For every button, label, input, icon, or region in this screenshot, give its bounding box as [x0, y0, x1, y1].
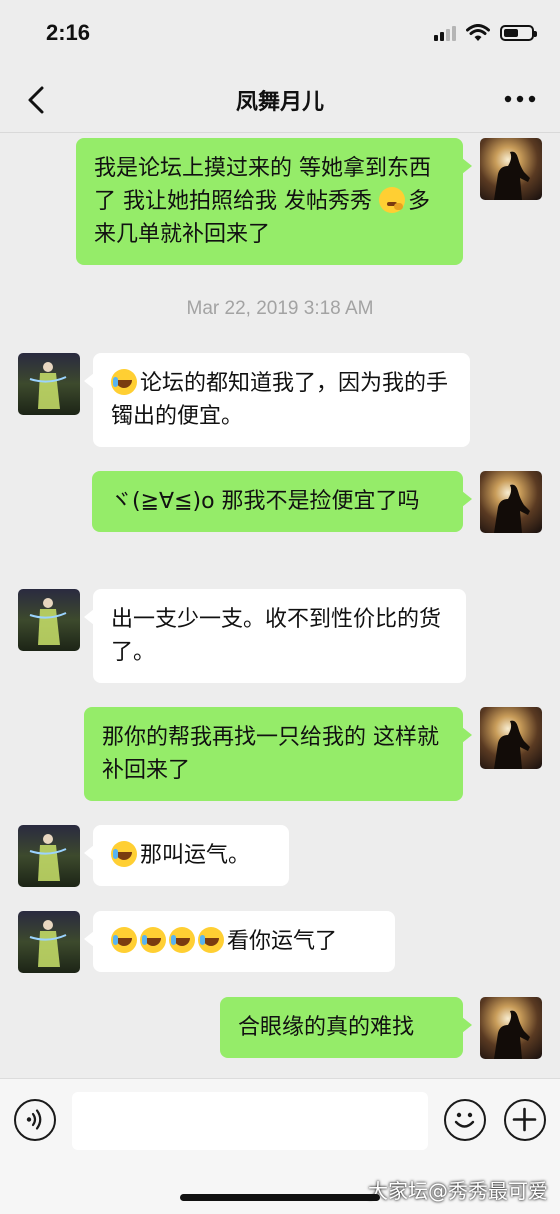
message-text: 论坛的都知道我了，因为我的手镯出的便宜。: [111, 371, 449, 429]
message-bubble[interactable]: 那叫运气。: [84, 825, 289, 886]
crying-laughing-face-icon: [198, 927, 224, 953]
message-text: 出一支少一支。收不到性价比的货了。: [111, 607, 442, 665]
wifi-icon: [466, 24, 490, 41]
input-bar: 大家坛@秀秀最可爱: [0, 1078, 560, 1214]
battery-icon: [500, 25, 537, 41]
home-indicator[interactable]: [180, 1194, 380, 1201]
crying-laughing-face-icon: [140, 927, 166, 953]
crying-laughing-face-icon: [111, 369, 137, 395]
message-bubble[interactable]: ヾ(≧∀≦)o 那我不是捡便宜了吗: [92, 471, 472, 532]
battery-level: [504, 29, 518, 37]
status-bar: 2:16: [0, 0, 560, 66]
my-avatar[interactable]: [480, 997, 542, 1059]
smile-glyph: [454, 1112, 475, 1128]
watermark: 大家坛@秀秀最可爱: [368, 1179, 548, 1203]
message-text: 合眼缘的真的难找: [238, 1015, 415, 1040]
voice-wave-glyph: [26, 1109, 42, 1130]
message-bubble[interactable]: 那你的帮我再找一只给我的 这样就补回来了: [84, 707, 472, 801]
contact-avatar[interactable]: [18, 911, 80, 973]
message-list[interactable]: 我是论坛上摸过来的 等她拿到东西了 我让她拍照给我 发帖秀秀 多来几单就补回来了…: [0, 133, 560, 1078]
chat-title: 凤舞月儿: [235, 90, 324, 115]
message-text: 那叫运气。: [140, 843, 251, 868]
message-timestamp: Mar 22, 2019 3:18 AM: [186, 298, 374, 319]
chat-header: 凤舞月儿: [0, 66, 560, 133]
voice-icon[interactable]: [14, 1099, 56, 1141]
crying-laughing-face-icon: [111, 841, 137, 867]
plus-icon[interactable]: [504, 1099, 546, 1141]
crying-laughing-face-icon: [111, 927, 137, 953]
plus-glyph: [512, 1107, 537, 1132]
message-text: ヾ(≧∀≦)o 那我不是捡便宜了吗: [110, 489, 420, 514]
crying-laughing-face-icon: [169, 927, 195, 953]
system-icons: [434, 24, 537, 42]
emoji-icon[interactable]: [444, 1099, 486, 1141]
message-bubble[interactable]: 出一支少一支。收不到性价比的货了。: [84, 589, 466, 683]
my-avatar[interactable]: [480, 138, 542, 200]
my-avatar[interactable]: [480, 707, 542, 769]
contact-avatar[interactable]: [18, 353, 80, 415]
contact-avatar[interactable]: [18, 589, 80, 651]
message-text: 看你运气了: [227, 929, 338, 954]
message-bubble[interactable]: 合眼缘的真的难找: [220, 997, 472, 1058]
status-time: 2:16: [46, 20, 91, 45]
my-avatar[interactable]: [480, 471, 542, 533]
contact-avatar[interactable]: [18, 825, 80, 887]
more-dots-icon[interactable]: [500, 84, 540, 114]
message-text: 那你的帮我再找一只给我的 这样就补回来了: [102, 725, 439, 783]
message-bubble[interactable]: 论坛的都知道我了，因为我的手镯出的便宜。: [84, 353, 470, 447]
message-bubble[interactable]: 看你运气了: [84, 911, 395, 972]
thinking-face-icon: [378, 187, 405, 213]
message-input[interactable]: [72, 1092, 428, 1150]
signal-icon: [434, 25, 456, 41]
message-bubble[interactable]: 我是论坛上摸过来的 等她拿到东西了 我让她拍照给我 发帖秀秀 多来几单就补回来了: [76, 138, 472, 265]
